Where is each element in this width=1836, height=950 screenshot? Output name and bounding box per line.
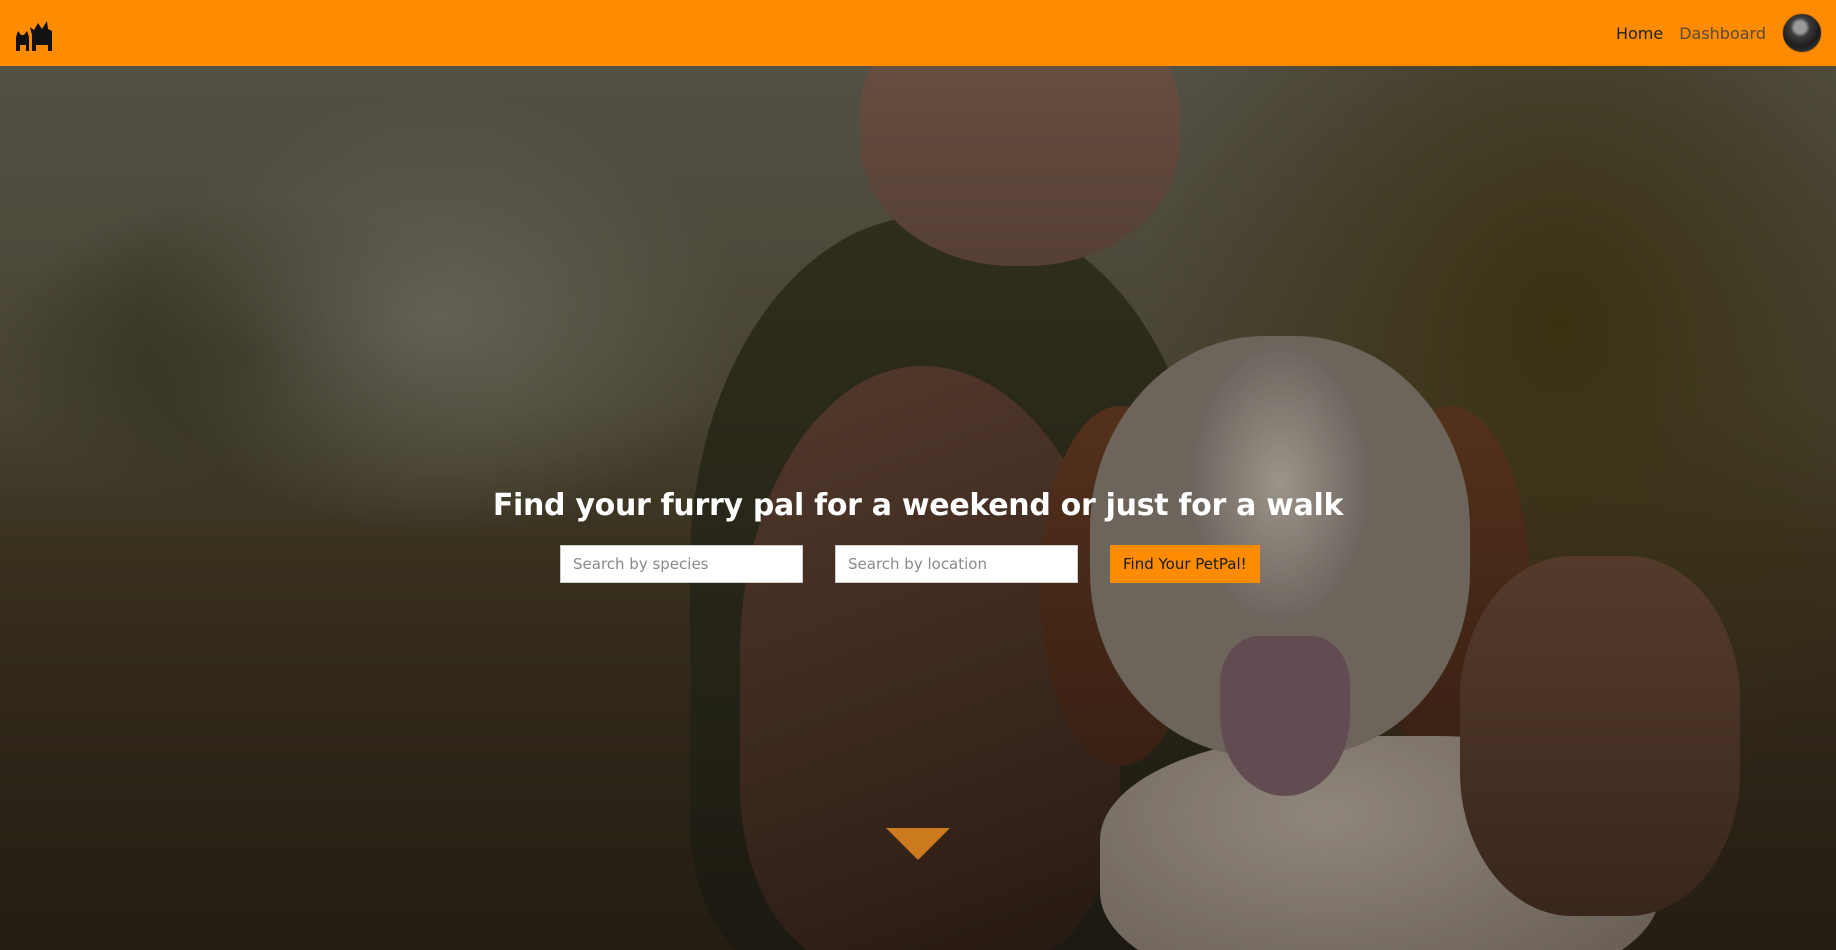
brand-logo-icon[interactable] bbox=[14, 13, 58, 53]
user-avatar[interactable] bbox=[1782, 13, 1822, 53]
hero-content: Find your furry pal for a weekend or jus… bbox=[0, 66, 1836, 950]
species-search-input[interactable] bbox=[560, 545, 803, 583]
location-search-input[interactable] bbox=[835, 545, 1078, 583]
top-navbar: Home Dashboard bbox=[0, 0, 1836, 66]
nav-home-link[interactable]: Home bbox=[1616, 24, 1663, 43]
cat-and-dog-silhouette-icon bbox=[16, 21, 52, 51]
pet-search-form: Find Your PetPal! bbox=[560, 545, 1260, 583]
hero-section: Find your furry pal for a weekend or jus… bbox=[0, 66, 1836, 950]
nav-dashboard-link[interactable]: Dashboard bbox=[1679, 24, 1766, 43]
hero-headline: Find your furry pal for a weekend or jus… bbox=[492, 488, 1344, 523]
find-petpal-button[interactable]: Find Your PetPal! bbox=[1110, 545, 1260, 583]
nav-links: Home Dashboard bbox=[1616, 13, 1822, 53]
down-triangle-icon[interactable] bbox=[886, 828, 950, 860]
